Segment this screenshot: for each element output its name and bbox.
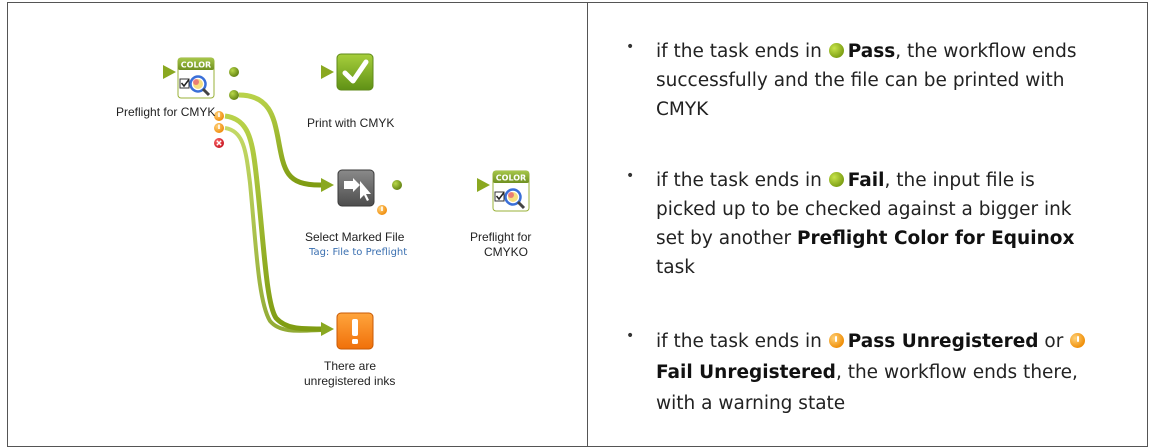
fail-unregistered-state-name: Fail Unregistered [656, 362, 836, 383]
print-cmyk-label: Print with CMYK [307, 116, 395, 130]
unregistered-label-line2: unregistered inks [304, 374, 396, 388]
svg-text:COLOR: COLOR [181, 61, 211, 70]
content-table: COLOR COLOR Preflight for CMYK Print wit… [7, 2, 1148, 447]
preflight-cmyko-label-line1: Preflight for [470, 230, 532, 244]
bullet-marker: • [626, 168, 635, 184]
print-cmyk-node[interactable] [336, 53, 374, 91]
bullet-marker: • [626, 39, 635, 55]
pass-state-name: Pass [847, 41, 896, 62]
pass-unregistered-state-dot[interactable] [214, 111, 224, 121]
unregistered-bullet-text: if the task ends in Pass Unregistered or… [656, 326, 1096, 419]
orange-warning-icon [336, 312, 374, 350]
workflow-diagram-cell: COLOR COLOR Preflight for CMYK Print wit… [8, 3, 587, 446]
fail-state-dot[interactable] [229, 90, 239, 100]
pass-bullet-text: if the task ends in Pass, the workflow e… [656, 41, 1077, 120]
pass-state-icon [828, 43, 844, 58]
pass-unregistered-connector[interactable] [224, 113, 322, 332]
select-marked-file-node[interactable] [337, 169, 402, 215]
workflow-diagram: COLOR COLOR [83, 53, 530, 350]
select-pass-dot[interactable] [392, 180, 402, 190]
fail-unregistered-state-dot[interactable] [214, 123, 224, 133]
fail-unregistered-state-icon [1070, 333, 1086, 348]
fail-arrow-head [321, 178, 334, 192]
preflight-cmyko-node[interactable]: COLOR [492, 170, 530, 212]
input-arrow-head [163, 65, 176, 79]
unregistered-label-line1: There are [324, 359, 377, 373]
pass-arrow-head [321, 65, 334, 79]
green-checkmark-icon [336, 53, 374, 91]
task-name: Preflight Color for Equinox [796, 228, 1075, 249]
fail-state-name: Fail [847, 170, 885, 191]
pass-state-dot[interactable] [229, 67, 239, 77]
fail-bullet-text: if the task ends in Fail, the input file… [656, 170, 1075, 278]
tag-file-to-preflight: Tag: File to Preflight [309, 247, 408, 258]
fail-state-icon [828, 172, 844, 187]
svg-text:COLOR: COLOR [496, 174, 526, 183]
bullet-marker: • [626, 328, 635, 344]
select-warning-dot[interactable] [377, 205, 387, 215]
unregistered-inks-node[interactable] [336, 312, 374, 350]
select-arrow-head [477, 178, 490, 192]
preflight-cmyk-node[interactable]: COLOR [177, 57, 239, 148]
select-marked-file-label: Select Marked File [305, 230, 405, 244]
unregistered-arrow-head [321, 322, 334, 336]
pass-unregistered-state-icon [828, 333, 844, 348]
explanation-cell: • if the task ends in Pass, the workflow… [588, 3, 1147, 446]
preflight-cmyko-label-line2: CMYKO [484, 245, 529, 259]
select-marked-file-icon [337, 169, 375, 207]
pass-unregistered-state-name: Pass Unregistered [847, 331, 1039, 352]
color-preflight-icon: COLOR [177, 57, 215, 99]
preflight-cmyk-label: Preflight for CMYK [116, 105, 216, 119]
color-preflight-icon: COLOR [492, 170, 530, 212]
error-state-dot[interactable] [214, 138, 224, 148]
